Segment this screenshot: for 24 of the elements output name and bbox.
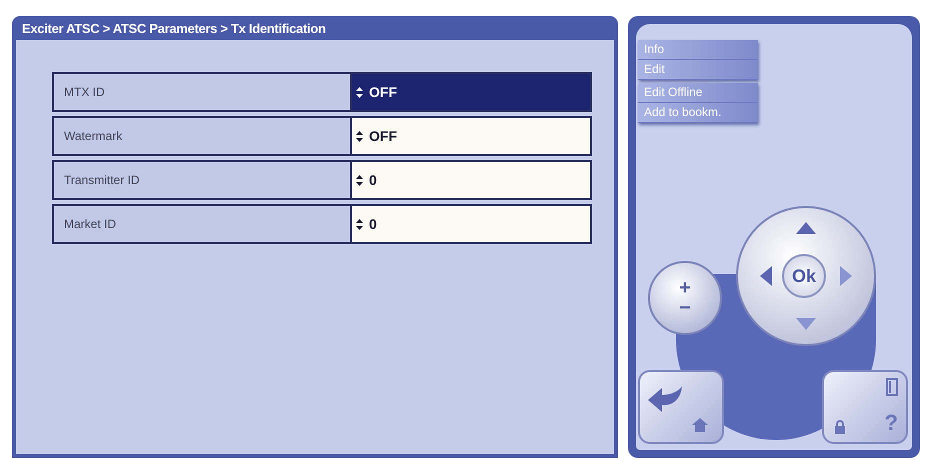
parameter-label: Watermark <box>54 118 350 154</box>
left-arrow-icon[interactable] <box>760 266 772 286</box>
parameter-value[interactable]: OFF <box>352 118 590 154</box>
breadcrumb: Exciter ATSC > ATSC Parameters > Tx Identification <box>21 20 327 38</box>
lock-icon <box>834 420 846 434</box>
parameter-value[interactable]: 0 <box>352 206 590 242</box>
spinner-icon <box>356 130 363 142</box>
ok-button[interactable]: Ok <box>782 254 826 298</box>
spinner-icon <box>356 174 363 186</box>
door-icon <box>886 378 898 396</box>
parameter-value[interactable]: OFF <box>352 74 590 110</box>
help-button[interactable] <box>822 370 908 444</box>
parameter-value[interactable]: 0 <box>352 162 590 198</box>
spinner-icon <box>356 86 363 98</box>
minus-button[interactable]: − <box>673 298 697 318</box>
back-arrow-icon <box>648 386 682 412</box>
home-icon <box>692 418 708 432</box>
plus-button[interactable]: + <box>673 278 697 298</box>
back-button[interactable] <box>638 370 724 444</box>
parameter-label: Market ID <box>54 206 350 242</box>
parameter-label: Transmitter ID <box>54 162 350 198</box>
up-arrow-icon[interactable] <box>796 222 816 234</box>
parameter-label: MTX ID <box>54 74 350 110</box>
spinner-icon <box>356 218 363 230</box>
